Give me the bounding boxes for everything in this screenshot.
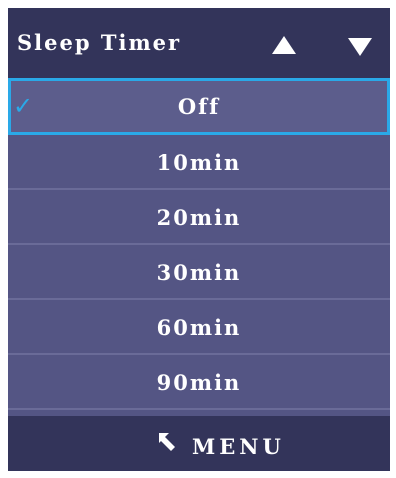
panel-title: Sleep Timer [17, 30, 182, 55]
option-30min[interactable]: 30min [8, 245, 390, 300]
option-label: 20min [156, 205, 242, 230]
option-label: 90min [156, 370, 242, 395]
timer-options-list: ✓ Off 10min 20min 30min 60min 90min [8, 78, 390, 410]
option-label: 10min [156, 150, 242, 175]
checkmark-icon: ✓ [13, 92, 36, 120]
menu-label: MENU [192, 434, 285, 459]
option-10min[interactable]: 10min [8, 135, 390, 190]
scroll-up-icon[interactable] [272, 36, 296, 54]
scroll-down-icon[interactable] [348, 38, 372, 56]
option-90min[interactable]: 90min [8, 355, 390, 410]
option-60min[interactable]: 60min [8, 300, 390, 355]
sleep-timer-panel: Sleep Timer ✓ Off 10min 20min 30min 60mi… [8, 8, 390, 471]
option-label: 30min [156, 260, 242, 285]
option-20min[interactable]: 20min [8, 190, 390, 245]
option-off[interactable]: ✓ Off [8, 78, 390, 135]
option-label: 60min [156, 315, 242, 340]
option-label: Off [177, 94, 221, 119]
header-bar: Sleep Timer [8, 8, 390, 78]
menu-button[interactable]: MENU [8, 416, 390, 471]
return-arrow-icon [159, 433, 175, 451]
